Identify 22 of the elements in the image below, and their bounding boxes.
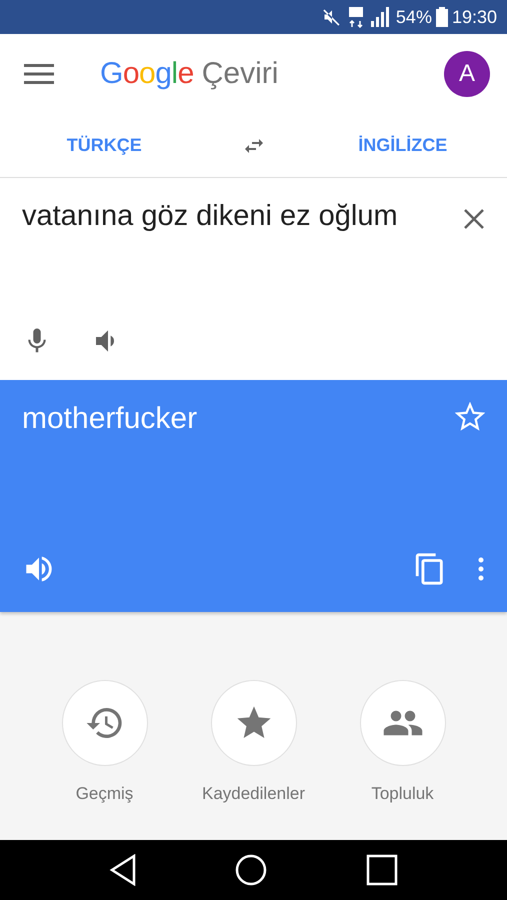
- back-icon[interactable]: [109, 854, 138, 886]
- translation-text: motherfucker: [22, 402, 198, 437]
- recents-icon[interactable]: [366, 854, 398, 886]
- shortcut-label: Kaydedilenler: [202, 784, 305, 804]
- source-language-tab[interactable]: TÜRKÇE: [0, 134, 208, 157]
- source-text[interactable]: vatanına göz dikeni ez oğlum: [22, 198, 453, 235]
- shortcut-label: Topluluk: [371, 784, 434, 804]
- brand-logo: Google: [100, 57, 194, 91]
- menu-icon[interactable]: [24, 62, 54, 86]
- target-language-tab[interactable]: İNGİLİZCE: [298, 134, 507, 157]
- home-icon[interactable]: [235, 854, 268, 886]
- signal-icon: [370, 7, 392, 27]
- close-icon[interactable]: [463, 208, 485, 230]
- app-title: Çeviri: [202, 57, 280, 91]
- battery-percent: 54%: [396, 6, 432, 28]
- muted-icon: [322, 7, 342, 27]
- more-icon[interactable]: [477, 557, 485, 581]
- battery-icon: [436, 7, 448, 27]
- clock: 19:30: [452, 6, 497, 28]
- star-icon[interactable]: [455, 402, 485, 432]
- avatar[interactable]: A: [444, 51, 490, 97]
- shortcut-label: Geçmiş: [76, 784, 134, 804]
